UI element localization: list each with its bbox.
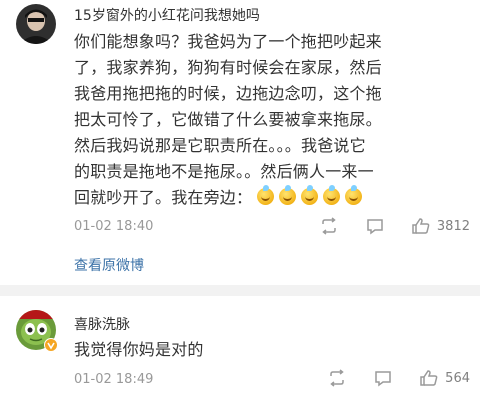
like-count: 3812 <box>436 218 470 234</box>
text-line: 然后我妈说那是它职责所在。。。我爸说它 <box>74 136 366 155</box>
action-bar: 3812 <box>293 216 470 236</box>
text-line: 我爸用拖把拖的时候，边拖边念叨，这个拖 <box>74 84 382 103</box>
text-line: 的职责是拖地不是拖尿。。然后俩人一来一 <box>74 162 374 181</box>
avatar[interactable] <box>16 310 58 352</box>
timestamp: 01-02 18:49 <box>74 372 154 387</box>
laughing-emoji-icon <box>301 185 319 205</box>
laughing-emoji-icon <box>257 185 275 205</box>
action-bar: 564 <box>301 368 470 388</box>
comment-button[interactable] <box>365 216 385 236</box>
text-line: 把太可怜了，它做错了什么要被拿来拖尿。 <box>74 110 382 129</box>
verified-badge-icon <box>44 338 58 352</box>
comment-icon <box>367 219 383 235</box>
like-button[interactable]: 3812 <box>411 216 470 236</box>
comment-text: 我觉得你妈是对的 <box>74 337 469 363</box>
like-button[interactable]: 564 <box>419 368 470 388</box>
laughing-emoji-icon <box>345 185 363 205</box>
text-line: 你们能想象吗？我爸妈为了一个拖把吵起来 <box>74 32 382 51</box>
divider <box>0 285 480 296</box>
username[interactable]: 15岁窗外的小红花问我想她吗 <box>74 5 260 25</box>
text-line: 了，我家养狗，狗狗有时候会在家尿，然后 <box>74 58 382 77</box>
comment-item: 喜脉洗脉 我觉得你妈是对的 01-02 18:49 564 <box>0 296 480 404</box>
repost-button[interactable] <box>319 216 339 236</box>
thumbs-up-icon <box>420 370 438 386</box>
repost-button[interactable] <box>327 368 347 388</box>
thumbs-up-icon <box>412 218 430 234</box>
username[interactable]: 喜脉洗脉 <box>74 314 130 334</box>
comment-button[interactable] <box>373 368 393 388</box>
like-count: 564 <box>445 370 470 386</box>
comment-icon <box>375 371 391 387</box>
comment-text: 你们能想象吗？我爸妈为了一个拖把吵起来 了，我家养狗，狗狗有时候会在家尿，然后 … <box>74 29 469 211</box>
repost-icon <box>322 217 336 235</box>
text-line-with-emojis: 回就吵开了。我在旁边： <box>74 185 469 211</box>
laughing-emoji-icon <box>279 185 297 205</box>
avatar[interactable] <box>16 4 56 44</box>
view-original-weibo-link[interactable]: 查看原微博 <box>74 255 144 275</box>
repost-icon <box>330 369 344 387</box>
timestamp: 01-02 18:40 <box>74 219 154 234</box>
text-line: 我觉得你妈是对的 <box>74 340 204 359</box>
laughing-emoji-icon <box>323 185 341 205</box>
text-line: 回就吵开了。我在旁边： <box>74 188 253 207</box>
comment-item: 15岁窗外的小红花问我想她吗 你们能想象吗？我爸妈为了一个拖把吵起来 了，我家养… <box>0 0 480 286</box>
